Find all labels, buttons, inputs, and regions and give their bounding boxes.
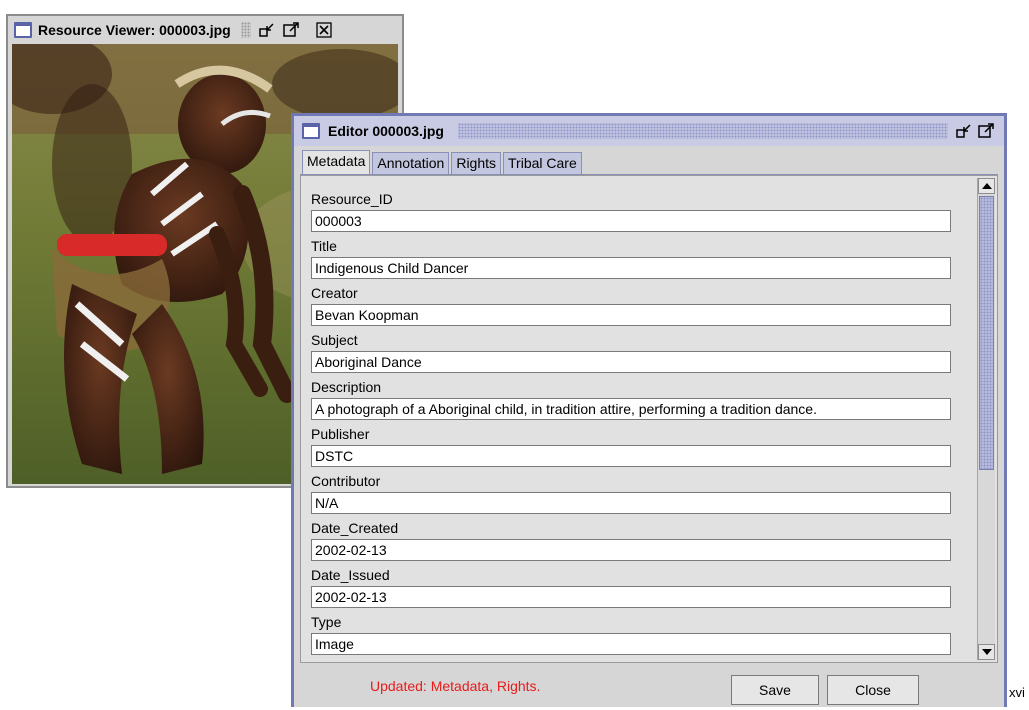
viewer-titlebar[interactable]: Resource Viewer: 000003.jpg	[8, 16, 402, 44]
title-field[interactable]	[311, 257, 951, 279]
editor-footer: Updated: Metadata, Rights. Save Close	[294, 664, 1004, 710]
close-button[interactable]: Close	[827, 675, 919, 705]
tab-annotation[interactable]: Annotation	[372, 152, 450, 174]
minimize-icon[interactable]	[956, 122, 974, 140]
tab-rights[interactable]: Rights	[451, 152, 502, 174]
scroll-down-button[interactable]	[978, 644, 995, 660]
tab-metadata[interactable]: Metadata	[302, 150, 371, 174]
field-label-creator: Creator	[311, 285, 358, 301]
field-label-type: Type	[311, 614, 342, 630]
maximize-icon[interactable]	[282, 21, 301, 39]
metadata-panel: Resource_ID Title Creator Subject Descri…	[300, 175, 998, 663]
date-issued-field[interactable]	[311, 586, 951, 608]
chevron-down-icon	[981, 649, 992, 655]
field-label-date-created: Date_Created	[311, 520, 399, 536]
close-icon[interactable]	[315, 21, 333, 39]
date-created-field[interactable]	[311, 539, 951, 561]
subject-field[interactable]	[311, 351, 951, 373]
tab-bar: Metadata Annotation Rights Tribal Care	[302, 150, 582, 174]
field-label-title: Title	[311, 238, 337, 254]
scroll-up-button[interactable]	[978, 178, 995, 194]
minimize-icon[interactable]	[258, 21, 277, 39]
field-label-contributor: Contributor	[311, 473, 381, 489]
chevron-up-icon	[981, 183, 992, 189]
scrollbar-thumb[interactable]	[979, 196, 994, 470]
viewer-title: Resource Viewer: 000003.jpg	[38, 22, 231, 38]
title-grip	[457, 123, 948, 139]
title-grip	[240, 22, 251, 38]
tab-tribal-care[interactable]: Tribal Care	[503, 152, 582, 174]
maximize-icon[interactable]	[978, 122, 996, 140]
publisher-field[interactable]	[311, 445, 951, 467]
save-button[interactable]: Save	[731, 675, 819, 705]
editor-window: Editor 000003.jpg Metadata Annotation Ri…	[291, 113, 1007, 707]
vertical-scrollbar[interactable]	[977, 178, 995, 660]
field-label-resource-id: Resource_ID	[311, 191, 393, 207]
field-label-date-issued: Date_Issued	[311, 567, 390, 583]
type-field[interactable]	[311, 633, 951, 655]
status-message: Updated: Metadata, Rights.	[370, 678, 541, 694]
field-label-subject: Subject	[311, 332, 358, 348]
contributor-field[interactable]	[311, 492, 951, 514]
window-icon	[14, 22, 32, 38]
field-label-description: Description	[311, 379, 382, 395]
resource-id-field[interactable]	[311, 210, 951, 232]
metadata-form: Resource_ID Title Creator Subject Descri…	[311, 182, 959, 655]
creator-field[interactable]	[311, 304, 951, 326]
editor-titlebar[interactable]: Editor 000003.jpg	[294, 116, 1004, 146]
field-label-publisher: Publisher	[311, 426, 370, 442]
editor-title: Editor 000003.jpg	[328, 123, 450, 139]
window-icon	[302, 123, 320, 139]
page-number: xvi	[1009, 685, 1025, 700]
description-field[interactable]	[311, 398, 951, 420]
